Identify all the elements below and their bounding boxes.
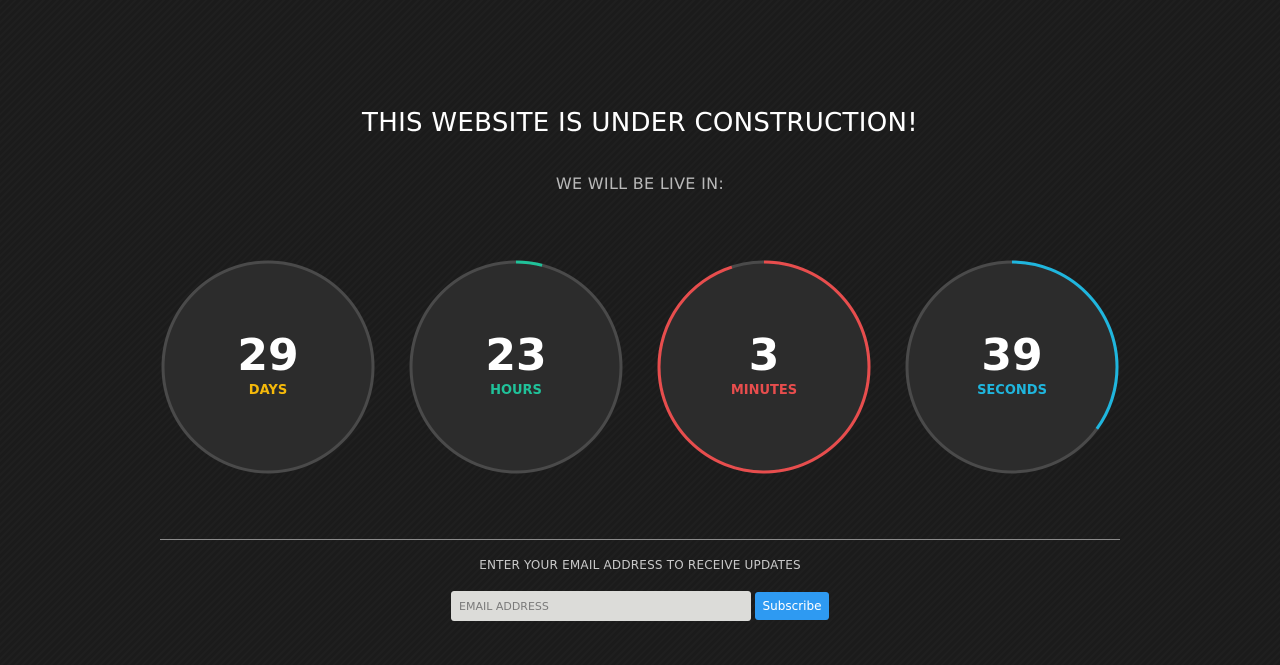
subscribe-button[interactable]: Subscribe bbox=[755, 592, 829, 620]
countdown-days: 29 DAYS bbox=[160, 259, 376, 475]
countdown-minutes: 3 MINUTES bbox=[656, 259, 872, 475]
countdown-hours: 23 HOURS bbox=[408, 259, 624, 475]
days-value: 29 bbox=[237, 330, 299, 381]
signup-prompt: ENTER YOUR EMAIL ADDRESS TO RECEIVE UPDA… bbox=[479, 558, 801, 572]
days-label: DAYS bbox=[248, 383, 288, 398]
hours-label: HOURS bbox=[490, 383, 542, 398]
seconds-label: SECONDS bbox=[977, 383, 1047, 398]
email-input[interactable] bbox=[451, 591, 751, 621]
countdown-seconds: 39 SECONDS bbox=[904, 259, 1120, 475]
hours-value: 23 bbox=[485, 330, 547, 381]
page-title: THIS WEBSITE IS UNDER CONSTRUCTION! bbox=[362, 108, 918, 138]
divider bbox=[160, 539, 1120, 540]
seconds-value: 39 bbox=[981, 330, 1043, 381]
page-subtitle: WE WILL BE LIVE IN: bbox=[555, 174, 725, 193]
minutes-value: 3 bbox=[748, 330, 780, 381]
page: THIS WEBSITE IS UNDER CONSTRUCTION! WE W… bbox=[0, 0, 1280, 665]
minutes-label: MINUTES bbox=[730, 383, 798, 398]
